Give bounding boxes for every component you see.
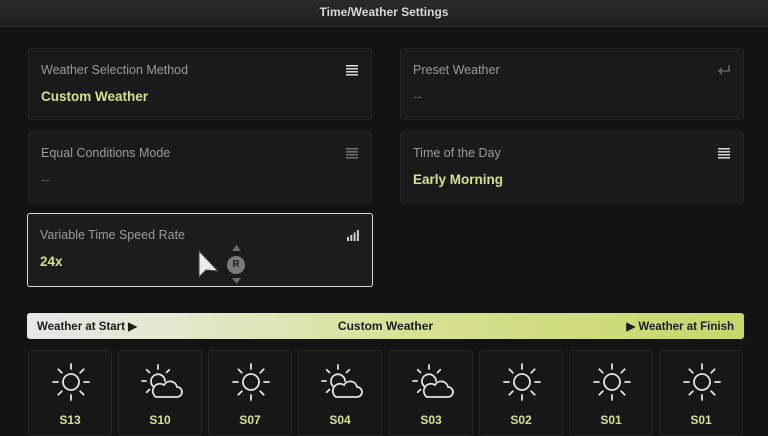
weather-slot-3[interactable]: S07	[208, 350, 292, 436]
sun-cloud-icon	[321, 364, 363, 398]
title-bar: Time/Weather Settings	[0, 0, 768, 27]
r-button-badge: R	[227, 256, 245, 274]
time-of-the-day-setting[interactable]: Time of the Day Early Morning	[400, 131, 744, 203]
sun-icon	[683, 363, 721, 401]
setting-value: 24x	[40, 254, 63, 269]
setting-value: --	[413, 89, 422, 104]
sun-icon	[52, 363, 90, 401]
sun-cloud-icon	[141, 364, 183, 398]
setting-value: Early Morning	[413, 172, 504, 187]
sun-cloud-icon	[412, 364, 454, 398]
signal-bars-icon	[347, 230, 359, 241]
weather-slot-1[interactable]: S13	[28, 350, 112, 436]
enter-icon	[717, 65, 730, 75]
weather-slot-label: S02	[510, 413, 532, 427]
setting-label: Variable Time Speed Rate	[40, 228, 185, 242]
weather-slot-label: S01	[690, 413, 712, 427]
setting-label: Equal Conditions Mode	[41, 146, 171, 160]
setting-label: Time of the Day	[413, 146, 501, 160]
weather-slot-label: S01	[600, 413, 622, 427]
sun-icon	[232, 363, 270, 401]
setting-label: Weather Selection Method	[41, 63, 189, 77]
weather-slot-5[interactable]: S03	[389, 350, 473, 436]
weather-slot-label: S04	[329, 413, 351, 427]
weather-slot-label: S10	[149, 413, 171, 427]
sun-icon	[593, 363, 631, 401]
page-title: Time/Weather Settings	[319, 5, 449, 19]
list-icon	[346, 148, 358, 159]
setting-label: Preset Weather	[413, 63, 500, 77]
list-icon	[718, 148, 730, 159]
increase-arrow-icon[interactable]	[232, 245, 241, 251]
setting-value: Custom Weather	[41, 89, 149, 104]
setting-value: --	[41, 172, 50, 187]
weather-slot-4[interactable]: S04	[298, 350, 382, 436]
preset-weather-setting[interactable]: Preset Weather --	[400, 48, 744, 120]
weather-timeline-bar: Weather at Start ▶ Custom Weather ▶ Weat…	[27, 313, 744, 339]
weather-slot-label: S07	[239, 413, 261, 427]
list-icon	[346, 65, 358, 76]
decrease-arrow-icon[interactable]	[232, 278, 241, 284]
equal-conditions-mode-setting[interactable]: Equal Conditions Mode --	[28, 131, 372, 203]
weather-slot-6[interactable]: S02	[479, 350, 563, 436]
weather-slot-7[interactable]: S01	[569, 350, 653, 436]
weather-selection-method-setting[interactable]: Weather Selection Method Custom Weather	[28, 48, 372, 120]
weather-at-finish-label: ▶ Weather at Finish	[626, 321, 734, 333]
weather-slot-label: S03	[420, 413, 442, 427]
mouse-cursor-icon	[198, 250, 220, 279]
weather-slot-label: S13	[59, 413, 81, 427]
sun-icon	[503, 363, 541, 401]
weather-slot-2[interactable]: S10	[118, 350, 202, 436]
weather-slot-8[interactable]: S01	[659, 350, 743, 436]
